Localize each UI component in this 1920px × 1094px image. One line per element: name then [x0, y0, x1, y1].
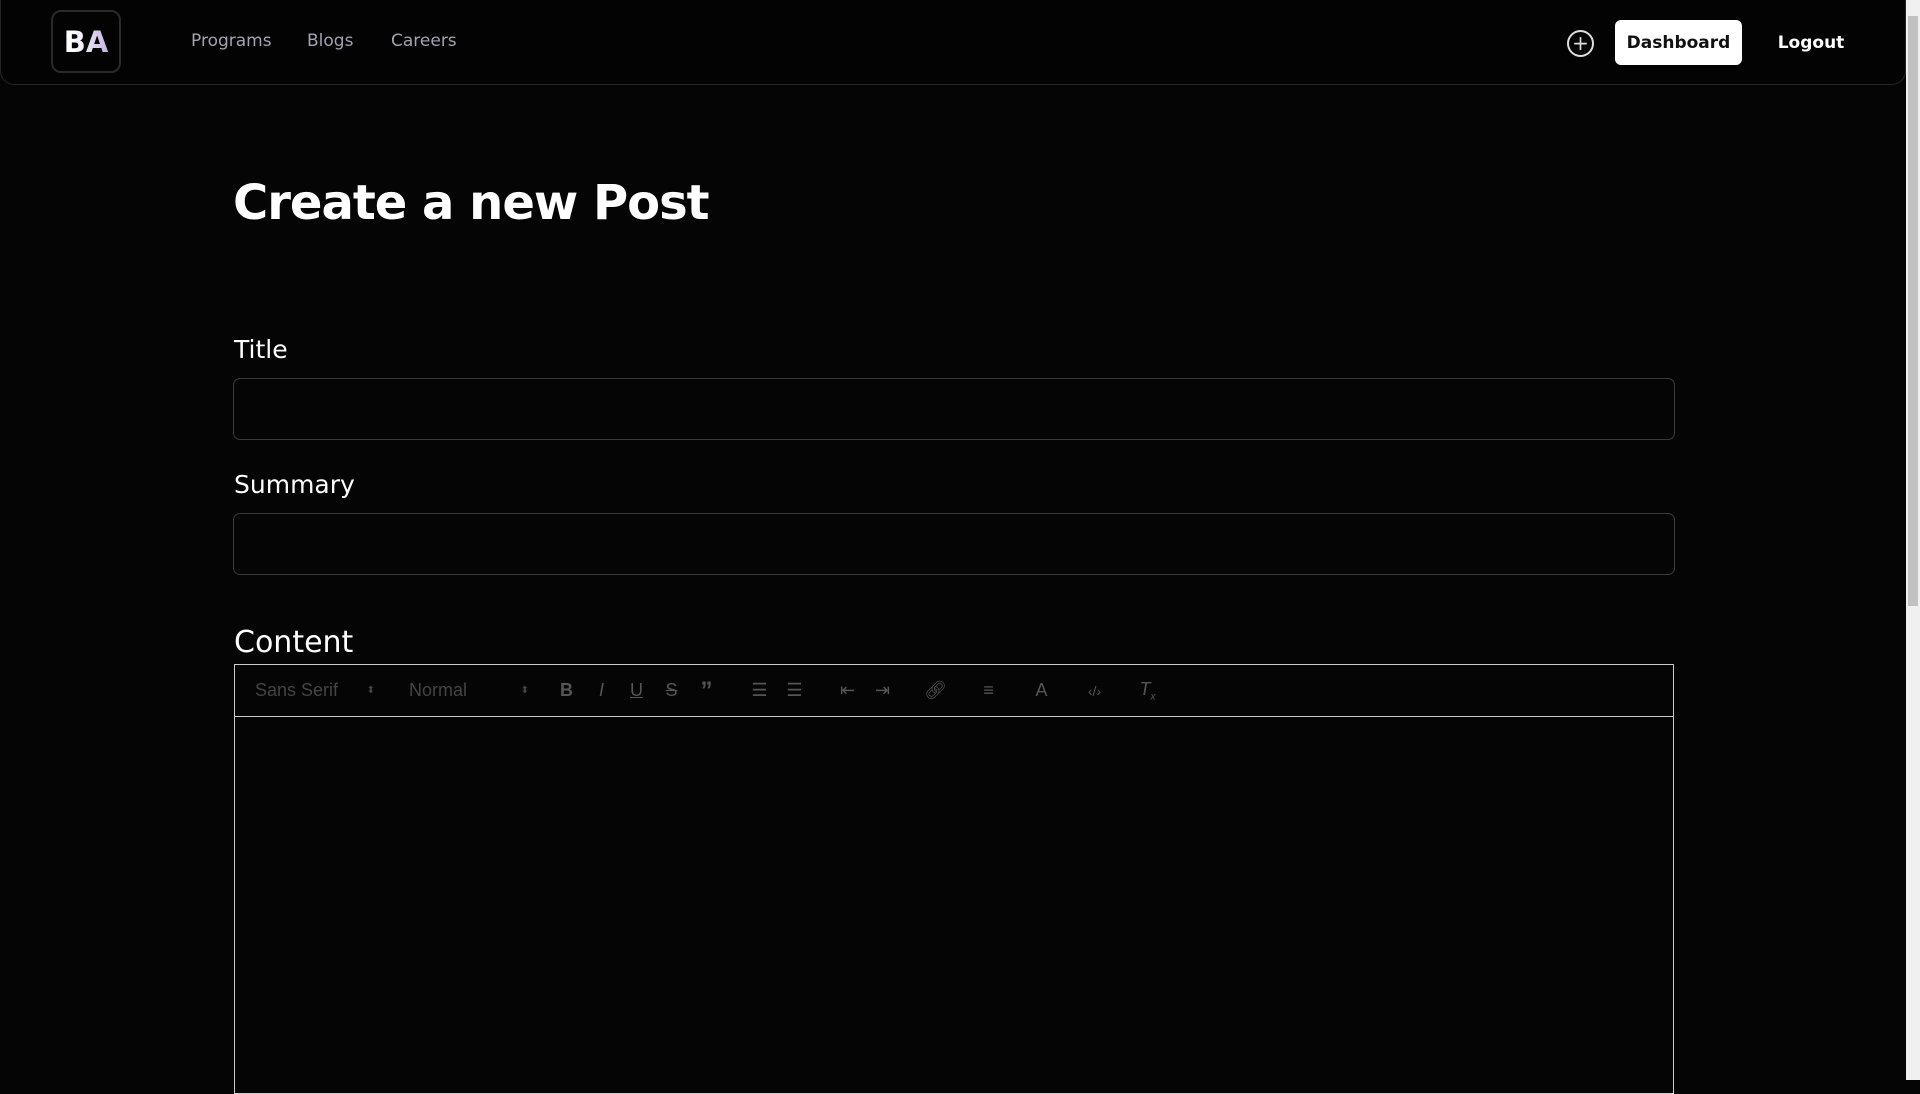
- clear-format-icon[interactable]: Tx: [1130, 679, 1165, 703]
- page-title: Create a new Post: [233, 175, 710, 231]
- link-icon[interactable]: 🔗︎: [918, 680, 953, 701]
- scrollbar-thumb[interactable]: [1908, 16, 1918, 606]
- nav-programs[interactable]: Programs: [191, 31, 272, 51]
- nav-blogs[interactable]: Blogs: [307, 31, 353, 51]
- title-input[interactable]: [233, 378, 1675, 440]
- scrollbar[interactable]: [1906, 0, 1920, 1080]
- bullet-list-icon[interactable]: ☰: [777, 680, 812, 701]
- outdent-icon[interactable]: ⇤: [830, 680, 865, 701]
- summary-label: Summary: [234, 470, 355, 499]
- align-icon[interactable]: ≡: [971, 680, 1006, 701]
- title-label: Title: [234, 335, 288, 364]
- size-select[interactable]: Normal ⬍: [409, 680, 529, 701]
- font-value: Sans Serif: [255, 680, 339, 700]
- editor-toolbar: Sans Serif ⬍ Normal ⬍ B I U S ” ☰ ☰ ⇤ ⇥ 🔗︎…: [235, 665, 1673, 717]
- font-select[interactable]: Sans Serif ⬍: [255, 680, 375, 701]
- underline-icon[interactable]: U: [619, 680, 654, 701]
- editor-body[interactable]: [235, 717, 1673, 1087]
- code-icon[interactable]: ‹/›: [1077, 683, 1112, 699]
- ordered-list-icon[interactable]: ☰: [742, 680, 777, 701]
- logo[interactable]: BA: [51, 10, 121, 73]
- blockquote-icon[interactable]: ”: [689, 677, 724, 705]
- rich-text-editor: Sans Serif ⬍ Normal ⬍ B I U S ” ☰ ☰ ⇤ ⇥ 🔗︎…: [234, 664, 1674, 1094]
- summary-input[interactable]: [233, 513, 1675, 575]
- size-value: Normal: [409, 680, 468, 700]
- indent-icon[interactable]: ⇥: [865, 680, 900, 701]
- background-color-icon[interactable]: A: [1024, 680, 1059, 701]
- content-label: Content: [234, 625, 354, 660]
- top-nav: BA Programs Blogs Careers + Dashboard Lo…: [0, 0, 1906, 85]
- nav-careers[interactable]: Careers: [391, 31, 457, 51]
- select-arrows-icon: ⬍: [520, 685, 529, 696]
- add-post-icon[interactable]: +: [1567, 30, 1594, 57]
- bold-icon[interactable]: B: [549, 680, 584, 701]
- logout-button[interactable]: Logout: [1766, 20, 1856, 65]
- italic-icon[interactable]: I: [584, 680, 619, 701]
- dashboard-button[interactable]: Dashboard: [1615, 20, 1742, 65]
- select-arrows-icon: ⬍: [366, 685, 375, 696]
- strike-icon[interactable]: S: [654, 680, 689, 701]
